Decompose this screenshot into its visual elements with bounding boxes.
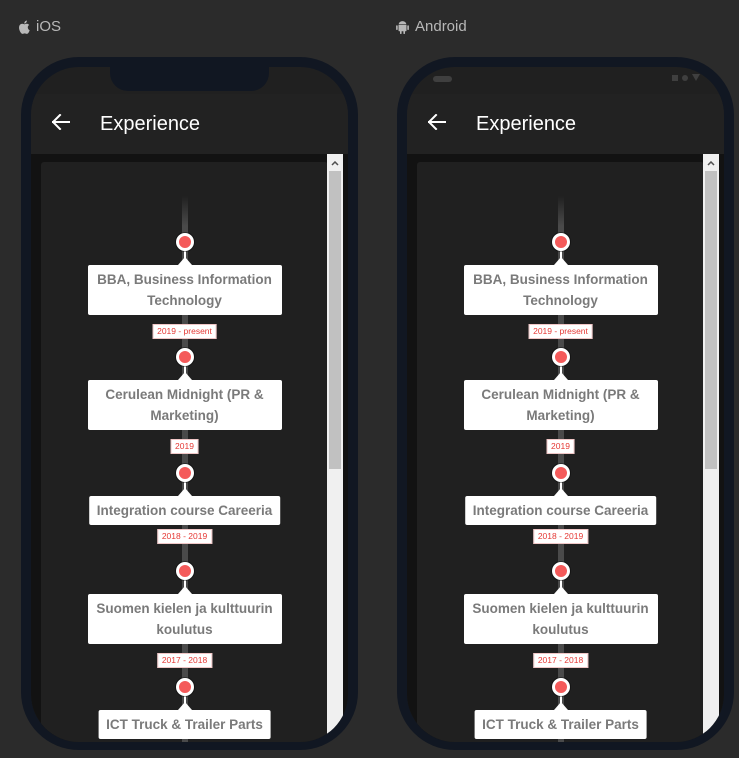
timeline-item: BBA, Business Information Technology 201…: [41, 233, 328, 343]
timeline-item-title: Cerulean Midnight (PR & Marketing): [463, 380, 658, 430]
timeline-item: ICT Truck & Trailer Parts: [41, 678, 328, 742]
timeline-item-date: 2017 - 2018: [532, 653, 589, 668]
page-title: Experience: [100, 112, 201, 135]
back-button[interactable]: [422, 109, 452, 139]
timeline-item-date: 2017 - 2018: [156, 653, 213, 668]
android-label-text: Android: [415, 18, 467, 35]
timeline-item: BBA, Business Information Technology 201…: [417, 233, 704, 343]
arrow-left-icon: [427, 113, 446, 135]
back-button[interactable]: [46, 109, 76, 139]
content-area: BBA, Business Information Technology 201…: [31, 154, 348, 742]
timeline-item: Integration course Careeria 2018 - 2019: [41, 464, 328, 574]
ios-screen: Experience BBA, Business Information Tec…: [31, 67, 348, 742]
wifi-icon: [682, 74, 688, 81]
timeline-node: [552, 233, 570, 251]
timeline-node: [176, 464, 194, 482]
timeline-item-title: ICT Truck & Trailer Parts: [98, 710, 271, 739]
content-area: BBA, Business Information Technology 201…: [407, 154, 724, 742]
callout-arrow: [178, 586, 192, 594]
timeline-item-title: Integration course Careeria: [464, 496, 657, 525]
timeline: BBA, Business Information Technology 201…: [417, 162, 704, 742]
timeline-item: Cerulean Midnight (PR & Marketing) 2019: [41, 348, 328, 458]
timeline-node: [552, 464, 570, 482]
android-platform-label: Android: [396, 18, 467, 35]
callout-arrow: [554, 257, 568, 265]
timeline-node: [552, 348, 570, 366]
app-bar: Experience: [31, 94, 348, 154]
timeline-item-title: BBA, Business Information Technology: [87, 265, 282, 315]
timeline-item-title: Suomen kielen ja kulttuurin koulutus: [463, 594, 658, 644]
app-bar: Experience: [407, 94, 724, 154]
timeline-node: [552, 562, 570, 580]
callout-arrow: [178, 257, 192, 265]
timeline-node: [176, 348, 194, 366]
timeline-node: [176, 233, 194, 251]
callout-arrow: [178, 702, 192, 710]
android-status-bar: [407, 67, 724, 91]
timeline-item-date: 2019 - present: [528, 324, 593, 339]
timeline-item-title: BBA, Business Information Technology: [463, 265, 658, 315]
timeline-item-date: 2019: [546, 439, 575, 454]
callout-arrow: [554, 372, 568, 380]
status-indicator: [433, 76, 452, 82]
timeline-item-date: 2019 - present: [152, 324, 217, 339]
timeline-card: BBA, Business Information Technology 201…: [41, 162, 328, 742]
page-title: Experience: [476, 112, 577, 135]
scrollbar-thumb[interactable]: [329, 171, 341, 469]
scrollbar-thumb[interactable]: [705, 171, 717, 469]
timeline-item-date: 2019: [170, 439, 199, 454]
ios-platform-label: iOS: [18, 18, 61, 35]
android-phone-frame: Experience BBA, Business Information Tec…: [397, 57, 734, 750]
ios-phone-frame: Experience BBA, Business Information Tec…: [21, 57, 358, 750]
scroll-up-button[interactable]: [703, 154, 719, 170]
timeline-item: Suomen kielen ja kulttuurin koulutus 201…: [417, 562, 704, 672]
timeline-item-title: ICT Truck & Trailer Parts: [474, 710, 647, 739]
timeline-item: ICT Truck & Trailer Parts: [417, 678, 704, 742]
chevron-up-icon: [707, 153, 715, 171]
scrollbar[interactable]: [327, 154, 343, 742]
callout-arrow: [554, 702, 568, 710]
ios-label-text: iOS: [36, 18, 62, 35]
callout-arrow: [554, 586, 568, 594]
timeline-item: Integration course Careeria 2018 - 2019: [417, 464, 704, 574]
android-icon: [396, 20, 409, 34]
signal-icon: [672, 74, 678, 81]
timeline-item: Cerulean Midnight (PR & Marketing) 2019: [417, 348, 704, 458]
timeline-item: Suomen kielen ja kulttuurin koulutus 201…: [41, 562, 328, 672]
arrow-left-icon: [51, 113, 70, 135]
timeline-item-date: 2018 - 2019: [532, 529, 589, 544]
android-screen: Experience BBA, Business Information Tec…: [407, 67, 724, 742]
timeline-node: [176, 678, 194, 696]
chevron-up-icon: [331, 153, 339, 171]
callout-arrow: [554, 488, 568, 496]
battery-icon: [692, 74, 700, 81]
timeline-item-title: Cerulean Midnight (PR & Marketing): [87, 380, 282, 430]
apple-icon: [18, 20, 30, 34]
status-icons: [672, 74, 700, 81]
callout-arrow: [178, 372, 192, 380]
timeline-node: [552, 678, 570, 696]
timeline-item-title: Integration course Careeria: [88, 496, 281, 525]
timeline-card: BBA, Business Information Technology 201…: [417, 162, 704, 742]
timeline-node: [176, 562, 194, 580]
callout-arrow: [178, 488, 192, 496]
scroll-up-button[interactable]: [327, 154, 343, 170]
timeline-item-title: Suomen kielen ja kulttuurin koulutus: [87, 594, 282, 644]
timeline-item-date: 2018 - 2019: [156, 529, 213, 544]
ios-notch: [110, 67, 269, 91]
timeline: BBA, Business Information Technology 201…: [41, 162, 328, 742]
scrollbar[interactable]: [703, 154, 719, 742]
